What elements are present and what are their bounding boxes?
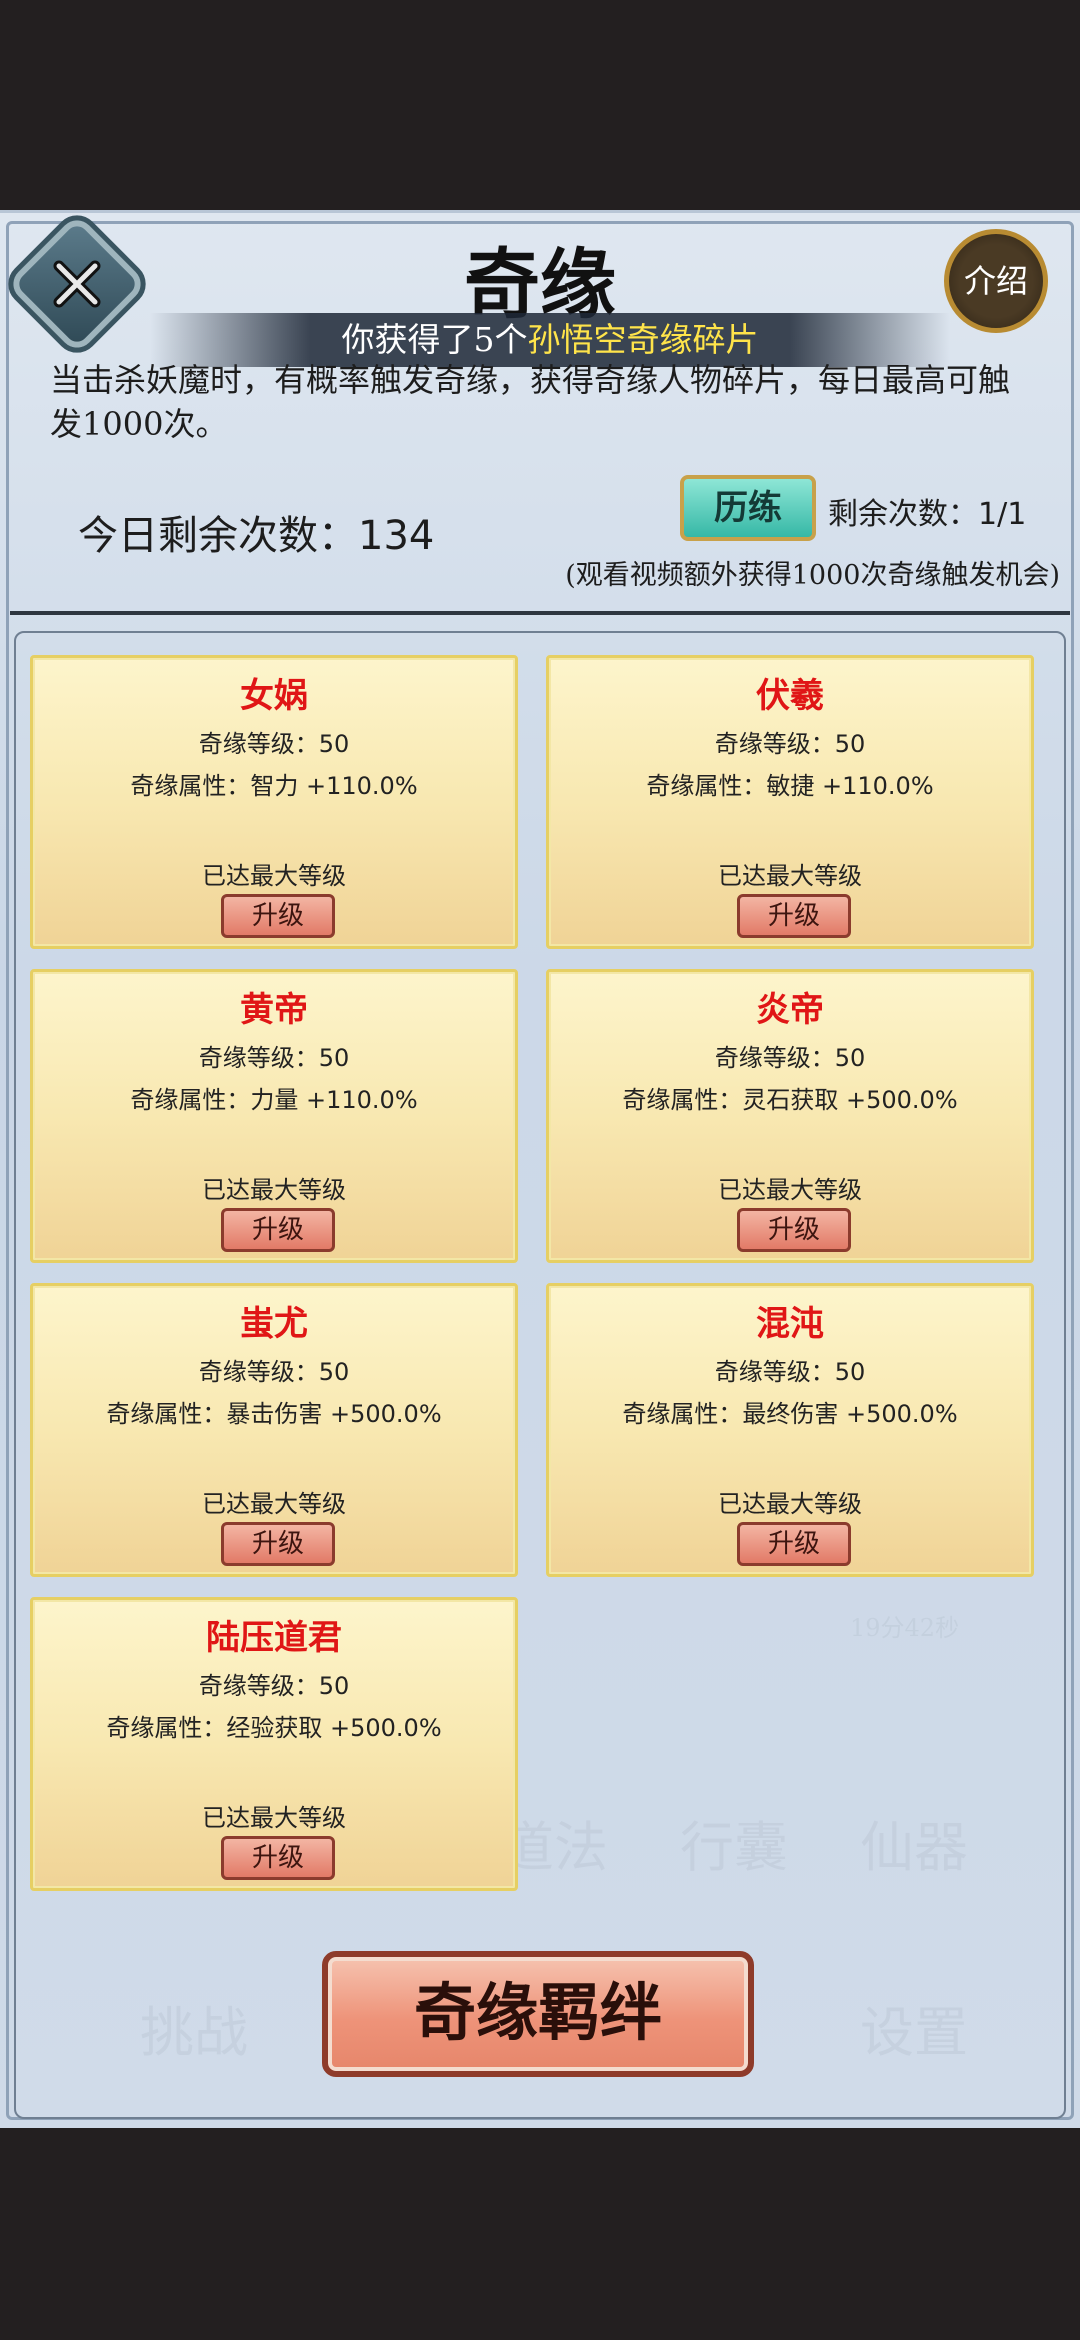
upgrade-button[interactable]: 升级 xyxy=(737,894,851,938)
card-name: 伏羲 xyxy=(756,676,824,716)
remaining-today: 今日剩余次数：134 xyxy=(78,513,435,559)
qiyuan-panel: 道法 行囊 仙器 挑战 设置 19分42秒 奇缘 介绍 你获得了5个孙悟空奇缘碎… xyxy=(0,206,1080,2128)
description: 当击杀妖魔时，有概率触发奇缘，获得奇缘人物碎片，每日最高可触发1000次。 xyxy=(50,361,1011,443)
notice-highlight: 孙悟空奇缘碎片 xyxy=(527,320,759,359)
card-yandi: 炎帝 奇缘等级：50 奇缘属性：灵石获取 +500.0% 已达最大等级 升级 xyxy=(546,969,1034,1263)
card-name: 炎帝 xyxy=(756,990,824,1030)
card-level: 奇缘等级：50 xyxy=(714,1358,866,1386)
card-attr: 奇缘属性：敏捷 +110.0% xyxy=(646,772,934,800)
card-status: 已达最大等级 xyxy=(718,1176,862,1204)
card-attr: 奇缘属性：力量 +110.0% xyxy=(130,1086,418,1114)
card-status: 已达最大等级 xyxy=(718,1490,862,1518)
card-status: 已达最大等级 xyxy=(202,1176,346,1204)
card-status: 已达最大等级 xyxy=(202,862,346,890)
notice-prefix: 你获得了5个 xyxy=(341,320,528,359)
upgrade-button[interactable]: 升级 xyxy=(737,1208,851,1252)
card-attr: 奇缘属性：智力 +110.0% xyxy=(130,772,418,800)
card-list[interactable]: 女娲 奇缘等级：50 奇缘属性：智力 +110.0% 已达最大等级 升级 伏羲 … xyxy=(14,631,1066,2119)
card-level: 奇缘等级：50 xyxy=(198,1044,350,1072)
card-name: 陆压道君 xyxy=(206,1618,342,1658)
card-huangdi: 黄帝 奇缘等级：50 奇缘属性：力量 +110.0% 已达最大等级 升级 xyxy=(30,969,518,1263)
card-status: 已达最大等级 xyxy=(202,1804,346,1832)
card-level: 奇缘等级：50 xyxy=(198,730,350,758)
card-hundun: 混沌 奇缘等级：50 奇缘属性：最终伤害 +500.0% 已达最大等级 升级 xyxy=(546,1283,1034,1577)
card-name: 女娲 xyxy=(240,676,308,716)
intro-button[interactable]: 介绍 xyxy=(944,229,1048,333)
upgrade-button[interactable]: 升级 xyxy=(221,1208,335,1252)
card-level: 奇缘等级：50 xyxy=(198,1358,350,1386)
upgrade-button[interactable]: 升级 xyxy=(221,1522,335,1566)
video-note: (观看视频额外获得1000次奇缘触发机会) xyxy=(565,560,1060,591)
upgrade-button[interactable]: 升级 xyxy=(221,894,335,938)
card-attr: 奇缘属性：灵石获取 +500.0% xyxy=(622,1086,958,1114)
card-attr: 奇缘属性：最终伤害 +500.0% xyxy=(622,1400,958,1428)
card-attr: 奇缘属性：经验获取 +500.0% xyxy=(106,1714,442,1742)
card-fuxi: 伏羲 奇缘等级：50 奇缘属性：敏捷 +110.0% 已达最大等级 升级 xyxy=(546,655,1034,949)
train-button[interactable]: 历练 xyxy=(680,475,816,541)
bond-button[interactable]: 奇缘羁绊 xyxy=(322,1951,754,2077)
card-attr: 奇缘属性：暴击伤害 +500.0% xyxy=(106,1400,442,1428)
card-status: 已达最大等级 xyxy=(202,1490,346,1518)
upgrade-button[interactable]: 升级 xyxy=(737,1522,851,1566)
card-luya-daojun: 陆压道君 奇缘等级：50 奇缘属性：经验获取 +500.0% 已达最大等级 升级 xyxy=(30,1597,518,1891)
card-level: 奇缘等级：50 xyxy=(714,730,866,758)
card-chiyou: 蚩尤 奇缘等级：50 奇缘属性：暴击伤害 +500.0% 已达最大等级 升级 xyxy=(30,1283,518,1577)
divider xyxy=(10,611,1070,615)
card-nuwa: 女娲 奇缘等级：50 奇缘属性：智力 +110.0% 已达最大等级 升级 xyxy=(30,655,518,949)
train-remaining: 剩余次数：1/1 xyxy=(828,497,1027,532)
card-name: 黄帝 xyxy=(240,990,308,1030)
card-name: 蚩尤 xyxy=(240,1304,308,1344)
card-level: 奇缘等级：50 xyxy=(198,1672,350,1700)
card-level: 奇缘等级：50 xyxy=(714,1044,866,1072)
upgrade-button[interactable]: 升级 xyxy=(221,1836,335,1880)
card-status: 已达最大等级 xyxy=(718,862,862,890)
card-name: 混沌 xyxy=(756,1304,824,1344)
